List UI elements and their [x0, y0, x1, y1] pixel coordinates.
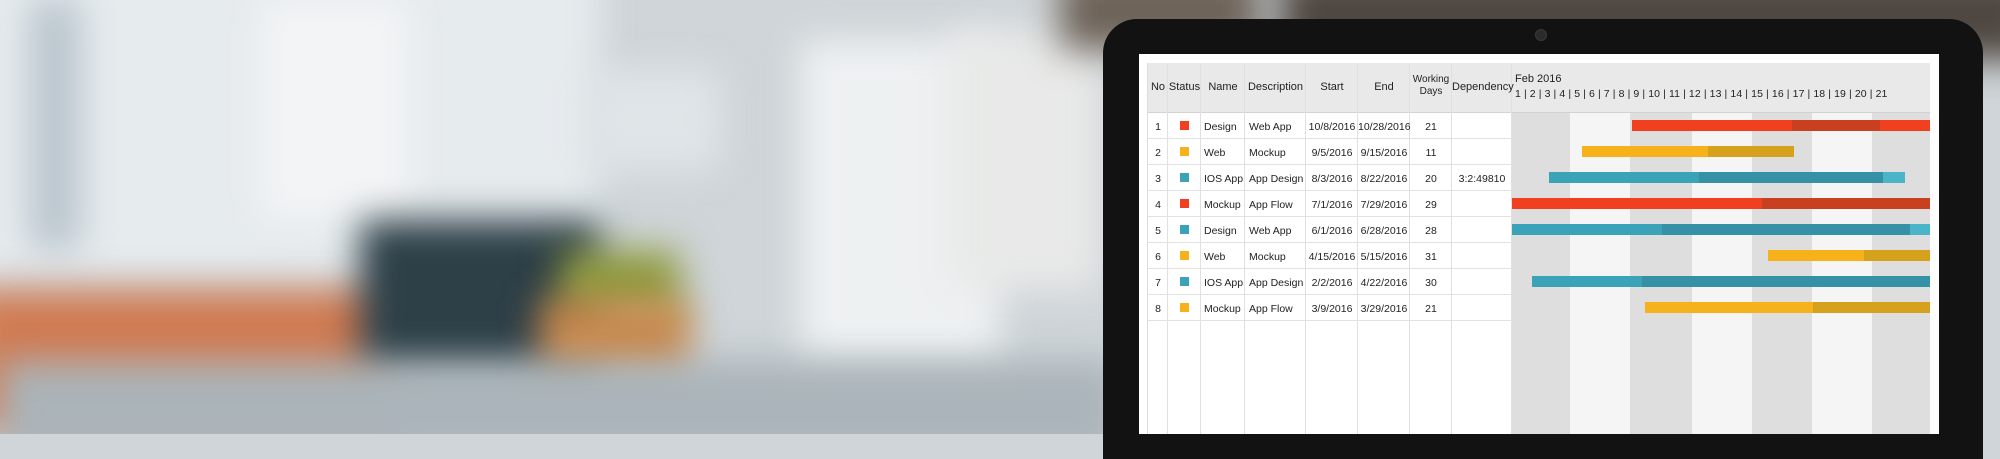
row-description[interactable]: App Design [1249, 173, 1303, 185]
row-working-days[interactable]: 28 [1410, 225, 1452, 237]
row-name[interactable]: Web [1204, 251, 1225, 263]
row-end[interactable]: 6/28/2016 [1358, 225, 1410, 237]
row-divider [1148, 190, 1512, 191]
task-bar[interactable] [1512, 224, 1930, 235]
row-divider [1148, 242, 1512, 243]
row-dependency[interactable]: 3:2:49810 [1452, 173, 1512, 185]
row-name[interactable]: Web [1204, 147, 1225, 159]
row-description[interactable]: Mockup [1249, 251, 1286, 263]
task-bar[interactable] [1532, 276, 1930, 287]
column-start [1306, 63, 1358, 434]
webcam-icon [1535, 29, 1547, 41]
status-indicator [1180, 199, 1189, 208]
row-divider [1148, 164, 1512, 165]
row-no: 3 [1155, 173, 1161, 185]
timeline-band [1812, 113, 1872, 434]
row-end[interactable]: 7/29/2016 [1358, 199, 1410, 211]
row-name[interactable]: IOS App [1204, 173, 1243, 185]
row-name[interactable]: IOS App [1204, 277, 1243, 289]
header-working-days[interactable]: Working Days [1412, 74, 1450, 98]
row-working-days[interactable]: 21 [1410, 121, 1452, 133]
header-no[interactable]: No [1148, 81, 1168, 94]
row-end[interactable]: 4/22/2016 [1358, 277, 1410, 289]
task-bar[interactable] [1632, 120, 1930, 131]
row-start[interactable]: 9/5/2016 [1306, 147, 1358, 159]
row-end[interactable]: 9/15/2016 [1358, 147, 1410, 159]
status-indicator [1180, 121, 1189, 130]
row-working-days[interactable]: 31 [1410, 251, 1452, 263]
status-indicator [1180, 277, 1189, 286]
column-name [1201, 63, 1245, 434]
row-working-days[interactable]: 11 [1410, 147, 1452, 159]
gantt-app: No Status Name Description Start End Wor… [1147, 63, 1930, 434]
status-indicator [1180, 173, 1189, 182]
row-working-days[interactable]: 29 [1410, 199, 1452, 211]
row-description[interactable]: App Design [1249, 277, 1303, 289]
column-end [1358, 63, 1410, 434]
laptop-screen: No Status Name Description Start End Wor… [1139, 54, 1939, 434]
row-description[interactable]: Web App [1249, 225, 1291, 237]
timeline-band [1570, 113, 1630, 434]
status-indicator [1180, 251, 1189, 260]
gantt-chart [1512, 113, 1930, 434]
row-working-days[interactable]: 30 [1410, 277, 1452, 289]
header-name[interactable]: Name [1201, 81, 1245, 94]
row-start[interactable]: 10/8/2016 [1306, 121, 1358, 133]
row-start[interactable]: 6/1/2016 [1306, 225, 1358, 237]
column-dependency [1452, 63, 1512, 434]
column-status [1168, 63, 1201, 434]
task-bar[interactable] [1549, 172, 1905, 183]
task-bar[interactable] [1512, 198, 1930, 209]
row-divider [1148, 268, 1512, 269]
row-start[interactable]: 4/15/2016 [1306, 251, 1358, 263]
row-no: 8 [1155, 303, 1161, 315]
row-no: 7 [1155, 277, 1161, 289]
row-divider [1148, 216, 1512, 217]
status-indicator [1180, 225, 1189, 234]
row-name[interactable]: Design [1204, 121, 1237, 133]
task-bar[interactable] [1768, 250, 1930, 261]
task-bar[interactable] [1645, 302, 1930, 313]
row-start[interactable]: 7/1/2016 [1306, 199, 1358, 211]
row-divider [1148, 138, 1512, 139]
column-working-days [1410, 63, 1452, 434]
status-indicator [1180, 147, 1189, 156]
row-start[interactable]: 2/2/2016 [1306, 277, 1358, 289]
column-no [1148, 63, 1168, 434]
row-no: 1 [1155, 121, 1161, 133]
task-bar[interactable] [1582, 146, 1794, 157]
row-no: 4 [1155, 199, 1161, 211]
row-start[interactable]: 8/3/2016 [1306, 173, 1358, 185]
column-description [1245, 63, 1306, 434]
row-description[interactable]: App Flow [1249, 199, 1293, 211]
row-description[interactable]: Mockup [1249, 147, 1286, 159]
row-end[interactable]: 10/28/2016 [1358, 121, 1411, 133]
header-status[interactable]: Status [1168, 81, 1201, 94]
timeline-band [1692, 113, 1752, 434]
row-name[interactable]: Mockup [1204, 303, 1241, 315]
header-description[interactable]: Description [1245, 81, 1306, 94]
status-indicator [1180, 303, 1189, 312]
row-start[interactable]: 3/9/2016 [1306, 303, 1358, 315]
row-divider [1148, 320, 1512, 321]
timeline-month: Feb 2016 [1515, 73, 1562, 85]
header-dependency[interactable]: Dependency [1452, 81, 1514, 94]
row-end[interactable]: 8/22/2016 [1358, 173, 1410, 185]
row-end[interactable]: 3/29/2016 [1358, 303, 1410, 315]
row-description[interactable]: App Flow [1249, 303, 1293, 315]
row-working-days[interactable]: 20 [1410, 173, 1452, 185]
row-divider [1148, 294, 1512, 295]
row-no: 2 [1155, 147, 1161, 159]
row-no: 5 [1155, 225, 1161, 237]
row-name[interactable]: Design [1204, 225, 1237, 237]
header-end[interactable]: End [1358, 81, 1410, 94]
row-no: 6 [1155, 251, 1161, 263]
row-working-days[interactable]: 21 [1410, 303, 1452, 315]
header-start[interactable]: Start [1306, 81, 1358, 94]
row-name[interactable]: Mockup [1204, 199, 1241, 211]
row-end[interactable]: 5/15/2016 [1358, 251, 1410, 263]
row-description[interactable]: Web App [1249, 121, 1291, 133]
timeline-days: 1 | 2 | 3 | 4 | 5 | 6 | 7 | 8 | 9 | 10 |… [1515, 88, 1888, 100]
